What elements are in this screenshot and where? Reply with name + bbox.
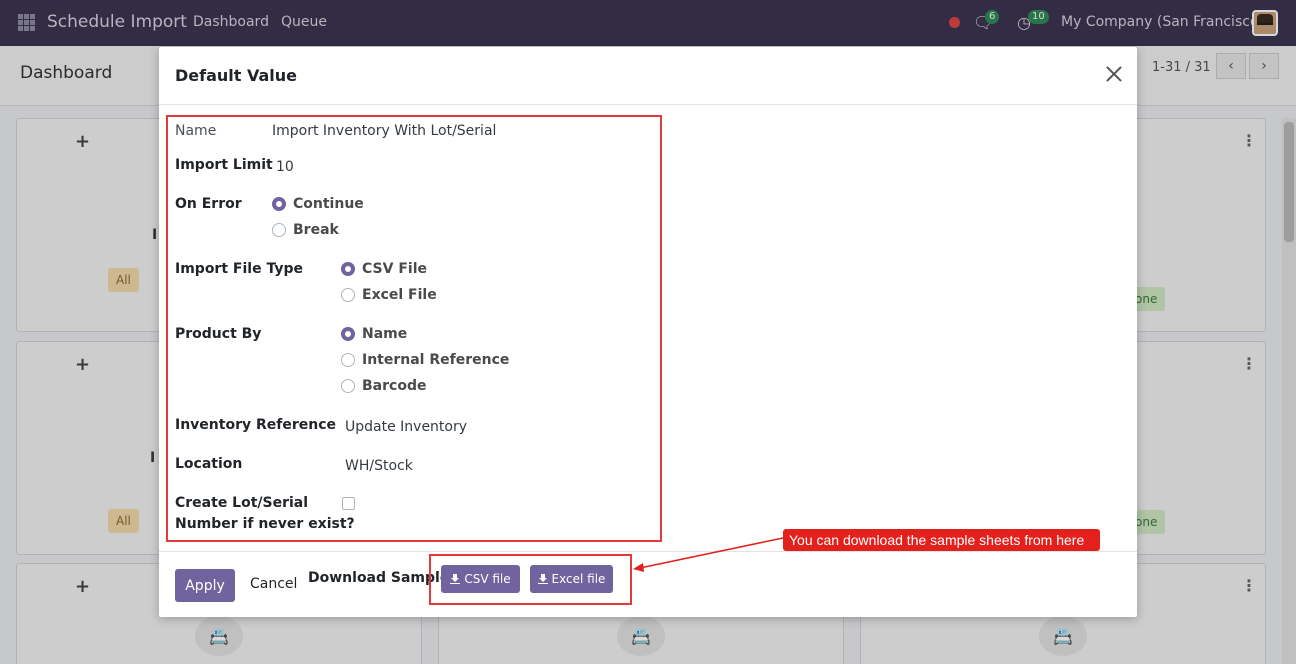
- inventory-reference-label: Inventory Reference: [175, 417, 336, 433]
- product-by-label: Product By: [175, 326, 262, 342]
- download-csv-button[interactable]: CSV file: [441, 565, 520, 593]
- radio-checked-icon: [341, 327, 355, 341]
- radio-checked-icon: [341, 262, 355, 276]
- download-csv-label: CSV file: [464, 572, 511, 586]
- product-by-barcode-radio[interactable]: Barcode: [341, 378, 426, 394]
- cancel-button[interactable]: Cancel: [250, 576, 297, 592]
- download-excel-label: Excel file: [551, 572, 606, 586]
- file-type-csv-radio[interactable]: CSV File: [341, 261, 427, 277]
- create-lot-serial-checkbox[interactable]: [342, 497, 355, 510]
- download-icon: [450, 574, 461, 584]
- name-value[interactable]: Import Inventory With Lot/Serial: [272, 123, 496, 139]
- on-error-continue-radio[interactable]: Continue: [272, 196, 364, 212]
- radio-unchecked-icon: [341, 353, 355, 367]
- radio-label: Internal Reference: [362, 352, 510, 368]
- radio-label: Name: [362, 326, 408, 342]
- import-limit-label: Import Limit: [175, 157, 273, 173]
- annotation-callout: You can download the sample sheets from …: [783, 529, 1100, 551]
- on-error-label: On Error: [175, 196, 242, 212]
- radio-label: Excel File: [362, 287, 437, 303]
- on-error-break-radio[interactable]: Break: [272, 222, 339, 238]
- file-type-excel-radio[interactable]: Excel File: [341, 287, 437, 303]
- product-by-internal-reference-radio[interactable]: Internal Reference: [341, 352, 509, 368]
- close-button[interactable]: [1103, 63, 1125, 85]
- radio-label: Continue: [293, 196, 364, 212]
- import-file-type-label: Import File Type: [175, 261, 303, 277]
- radio-unchecked-icon: [272, 223, 286, 237]
- dialog-footer: Apply Cancel Download Samples: CSV file …: [159, 551, 1137, 617]
- create-lot-serial-label: Create Lot/Serial: [175, 495, 309, 511]
- location-field[interactable]: WH/Stock: [345, 458, 413, 474]
- product-by-name-radio[interactable]: Name: [341, 326, 407, 342]
- dialog-title: Default Value: [175, 66, 298, 85]
- radio-unchecked-icon: [341, 288, 355, 302]
- create-lot-serial-label-line2: Number if never exist?: [175, 516, 355, 532]
- import-limit-field[interactable]: 10: [276, 159, 294, 175]
- download-excel-button[interactable]: Excel file: [530, 565, 613, 593]
- radio-label: CSV File: [362, 261, 427, 277]
- inventory-reference-field[interactable]: Update Inventory: [345, 419, 467, 435]
- apply-button[interactable]: Apply: [175, 569, 235, 602]
- dialog-header: Default Value: [159, 47, 1137, 105]
- location-label: Location: [175, 456, 243, 472]
- radio-unchecked-icon: [341, 379, 355, 393]
- radio-label: Barcode: [362, 378, 427, 394]
- radio-checked-icon: [272, 197, 286, 211]
- radio-label: Break: [293, 222, 339, 238]
- name-label: Name: [175, 123, 217, 139]
- download-icon: [537, 574, 548, 584]
